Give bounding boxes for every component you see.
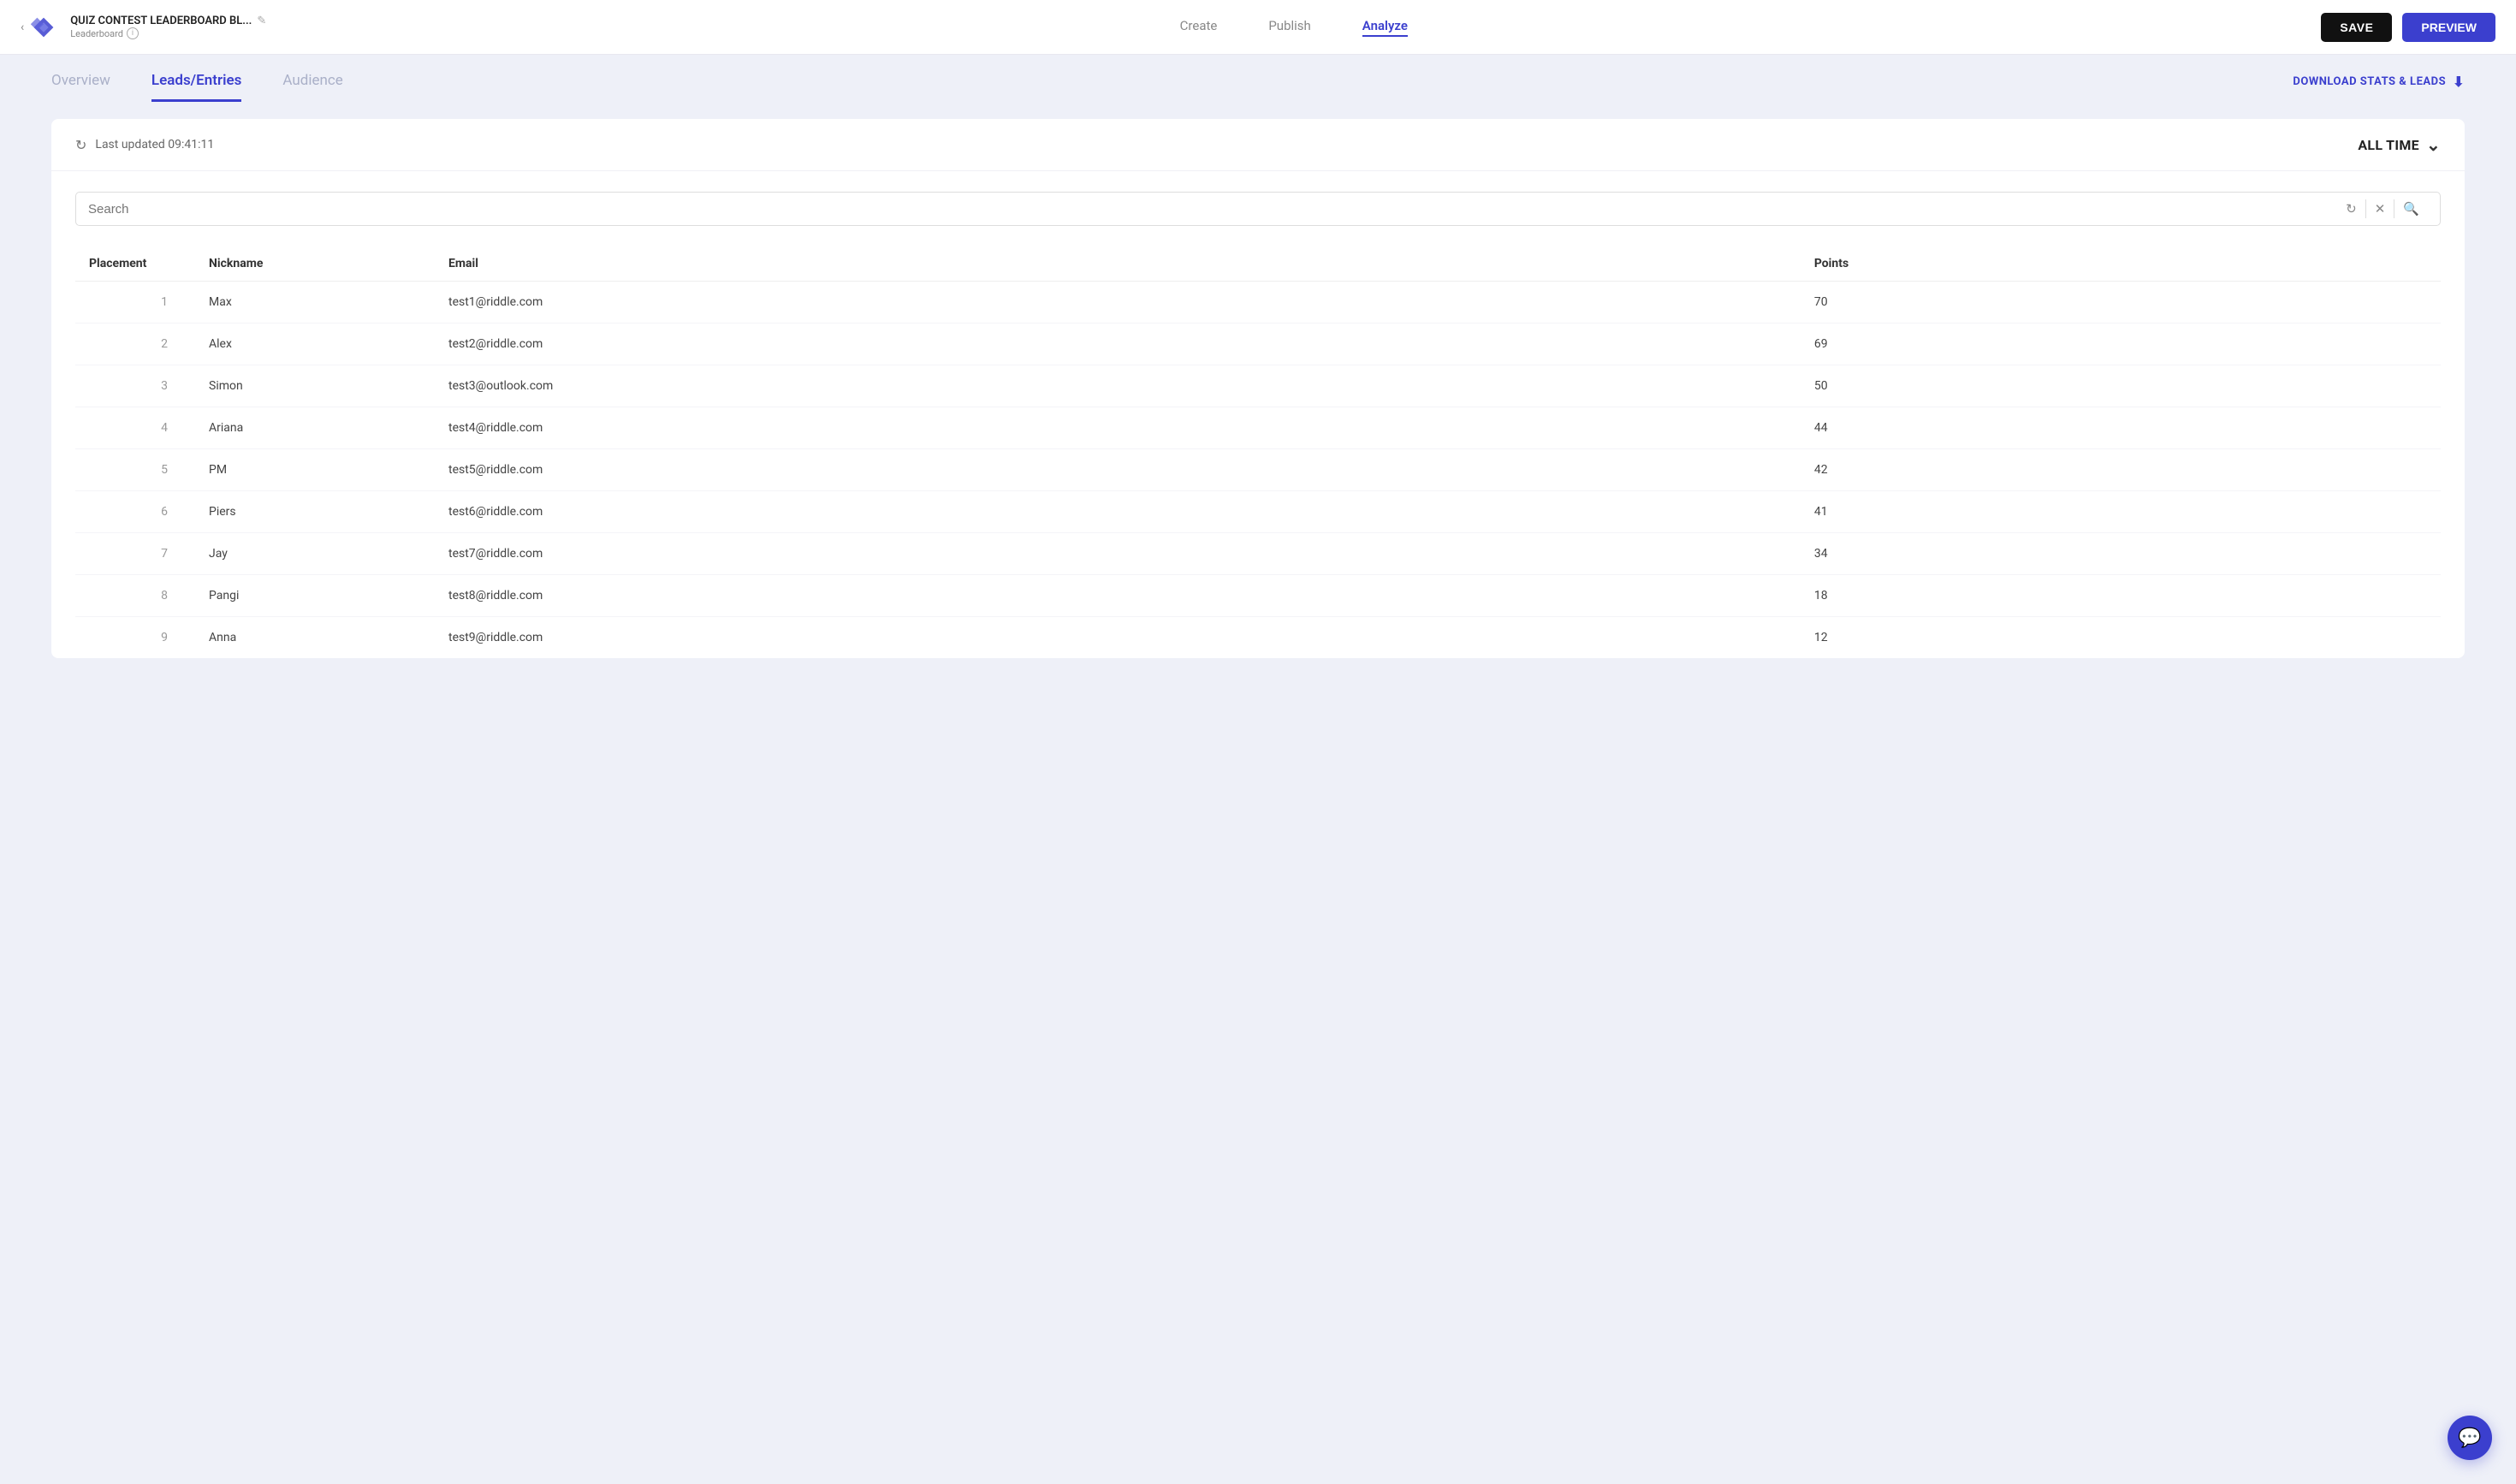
- table-row: 1 Max test1@riddle.com 70: [75, 282, 2441, 324]
- cell-nickname: Max: [195, 282, 435, 324]
- nav-analyze[interactable]: Analyze: [1362, 18, 1408, 37]
- search-input[interactable]: [88, 202, 2330, 217]
- tab-audience[interactable]: Audience: [282, 72, 342, 102]
- cell-nickname: PM: [195, 449, 435, 491]
- search-submit-button[interactable]: 🔍: [2394, 199, 2428, 218]
- table-body: 1 Max test1@riddle.com 70 2 Alex test2@r…: [75, 282, 2441, 659]
- col-points: Points: [1801, 246, 2441, 282]
- col-placement: Placement: [75, 246, 195, 282]
- preview-button[interactable]: PREVIEW: [2402, 13, 2495, 42]
- col-email: Email: [435, 246, 1801, 282]
- edit-icon[interactable]: ✎: [257, 15, 266, 27]
- cell-email: test8@riddle.com: [435, 575, 1801, 617]
- cell-email: test1@riddle.com: [435, 282, 1801, 324]
- table-container: Placement Nickname Email Points 1 Max te…: [51, 233, 2465, 658]
- refresh-group: ↻ Last updated 09:41:11: [75, 137, 214, 153]
- search-bar-container: ↻ ✕ 🔍: [51, 171, 2465, 233]
- cell-points: 50: [1801, 365, 2441, 407]
- page-title: QUIZ CONTEST LEADERBOARD BL...: [70, 15, 252, 27]
- cell-placement: 4: [75, 407, 195, 449]
- topbar: ‹ QUIZ CONTEST LEADERBOARD BL... ✎ Leade…: [0, 0, 2516, 55]
- refresh-icon[interactable]: ↻: [75, 137, 86, 153]
- topbar-nav: Create Publish Analyze: [266, 18, 2321, 37]
- cell-placement: 6: [75, 491, 195, 533]
- topbar-subtitle: Leaderboard i: [70, 27, 266, 39]
- info-icon[interactable]: i: [127, 27, 139, 39]
- cell-points: 18: [1801, 575, 2441, 617]
- table-row: 7 Jay test7@riddle.com 34: [75, 533, 2441, 575]
- cell-email: test5@riddle.com: [435, 449, 1801, 491]
- topbar-actions: SAVE PREVIEW: [2321, 13, 2495, 42]
- cell-placement: 2: [75, 324, 195, 365]
- cell-points: 42: [1801, 449, 2441, 491]
- cell-nickname: Piers: [195, 491, 435, 533]
- search-clear-button[interactable]: ✕: [2365, 199, 2394, 218]
- table-row: 8 Pangi test8@riddle.com 18: [75, 575, 2441, 617]
- cell-nickname: Alex: [195, 324, 435, 365]
- secondary-nav: Overview Leads/Entries Audience DOWNLOAD…: [0, 55, 2516, 102]
- cell-email: test7@riddle.com: [435, 533, 1801, 575]
- download-icon: ⬇: [2453, 74, 2465, 90]
- cell-placement: 7: [75, 533, 195, 575]
- back-chevron-icon: ‹: [21, 21, 24, 34]
- table-header: Placement Nickname Email Points: [75, 246, 2441, 282]
- cell-points: 70: [1801, 282, 2441, 324]
- time-filter-bar: ↻ Last updated 09:41:11 ALL TIME ⌄: [51, 119, 2465, 171]
- table-row: 9 Anna test9@riddle.com 12: [75, 617, 2441, 659]
- nav-publish[interactable]: Publish: [1268, 18, 1310, 37]
- subtitle-text: Leaderboard: [70, 28, 123, 39]
- cell-email: test3@outlook.com: [435, 365, 1801, 407]
- cell-points: 12: [1801, 617, 2441, 659]
- cell-email: test6@riddle.com: [435, 491, 1801, 533]
- title-group: QUIZ CONTEST LEADERBOARD BL... ✎ Leaderb…: [70, 15, 266, 39]
- card: ↻ Last updated 09:41:11 ALL TIME ⌄ ↻ ✕ 🔍: [51, 119, 2465, 658]
- chat-bubble-button[interactable]: 💬: [2448, 1416, 2492, 1460]
- cell-nickname: Simon: [195, 365, 435, 407]
- leads-table: Placement Nickname Email Points 1 Max te…: [75, 246, 2441, 658]
- table-row: 6 Piers test6@riddle.com 41: [75, 491, 2441, 533]
- download-stats-button[interactable]: DOWNLOAD STATS & LEADS ⬇: [2293, 74, 2465, 100]
- table-row: 4 Ariana test4@riddle.com 44: [75, 407, 2441, 449]
- main-content: ↻ Last updated 09:41:11 ALL TIME ⌄ ↻ ✕ 🔍: [0, 102, 2516, 692]
- tabs: Overview Leads/Entries Audience: [51, 72, 343, 102]
- table-scroll-wrapper[interactable]: Placement Nickname Email Points 1 Max te…: [75, 246, 2441, 658]
- cell-placement: 3: [75, 365, 195, 407]
- tab-leads-entries[interactable]: Leads/Entries: [151, 72, 241, 102]
- search-refresh-button[interactable]: ↻: [2337, 199, 2365, 218]
- topbar-left: ‹ QUIZ CONTEST LEADERBOARD BL... ✎ Leade…: [21, 11, 266, 44]
- chevron-down-icon: ⌄: [2426, 134, 2441, 155]
- cell-nickname: Pangi: [195, 575, 435, 617]
- search-actions: ↻ ✕ 🔍: [2337, 199, 2428, 218]
- back-button[interactable]: ‹: [21, 11, 60, 44]
- cell-points: 69: [1801, 324, 2441, 365]
- time-label: ALL TIME: [2358, 137, 2419, 153]
- time-selector[interactable]: ALL TIME ⌄: [2358, 134, 2441, 155]
- table-row: 2 Alex test2@riddle.com 69: [75, 324, 2441, 365]
- cell-email: test2@riddle.com: [435, 324, 1801, 365]
- search-bar: ↻ ✕ 🔍: [75, 192, 2441, 226]
- nav-create[interactable]: Create: [1180, 18, 1218, 37]
- cell-points: 34: [1801, 533, 2441, 575]
- download-label: DOWNLOAD STATS & LEADS: [2293, 75, 2446, 88]
- table-row: 3 Simon test3@outlook.com 50: [75, 365, 2441, 407]
- tab-overview[interactable]: Overview: [51, 72, 110, 102]
- cell-points: 44: [1801, 407, 2441, 449]
- cell-nickname: Ariana: [195, 407, 435, 449]
- last-updated: Last updated 09:41:11: [95, 138, 214, 151]
- cell-nickname: Anna: [195, 617, 435, 659]
- chat-icon: 💬: [2458, 1428, 2481, 1449]
- table-row: 5 PM test5@riddle.com 42: [75, 449, 2441, 491]
- cell-placement: 5: [75, 449, 195, 491]
- cell-placement: 8: [75, 575, 195, 617]
- cell-email: test4@riddle.com: [435, 407, 1801, 449]
- col-nickname: Nickname: [195, 246, 435, 282]
- cell-placement: 9: [75, 617, 195, 659]
- cell-nickname: Jay: [195, 533, 435, 575]
- cell-points: 41: [1801, 491, 2441, 533]
- cell-placement: 1: [75, 282, 195, 324]
- cell-email: test9@riddle.com: [435, 617, 1801, 659]
- save-button[interactable]: SAVE: [2321, 13, 2392, 42]
- logo-icon: [27, 11, 60, 44]
